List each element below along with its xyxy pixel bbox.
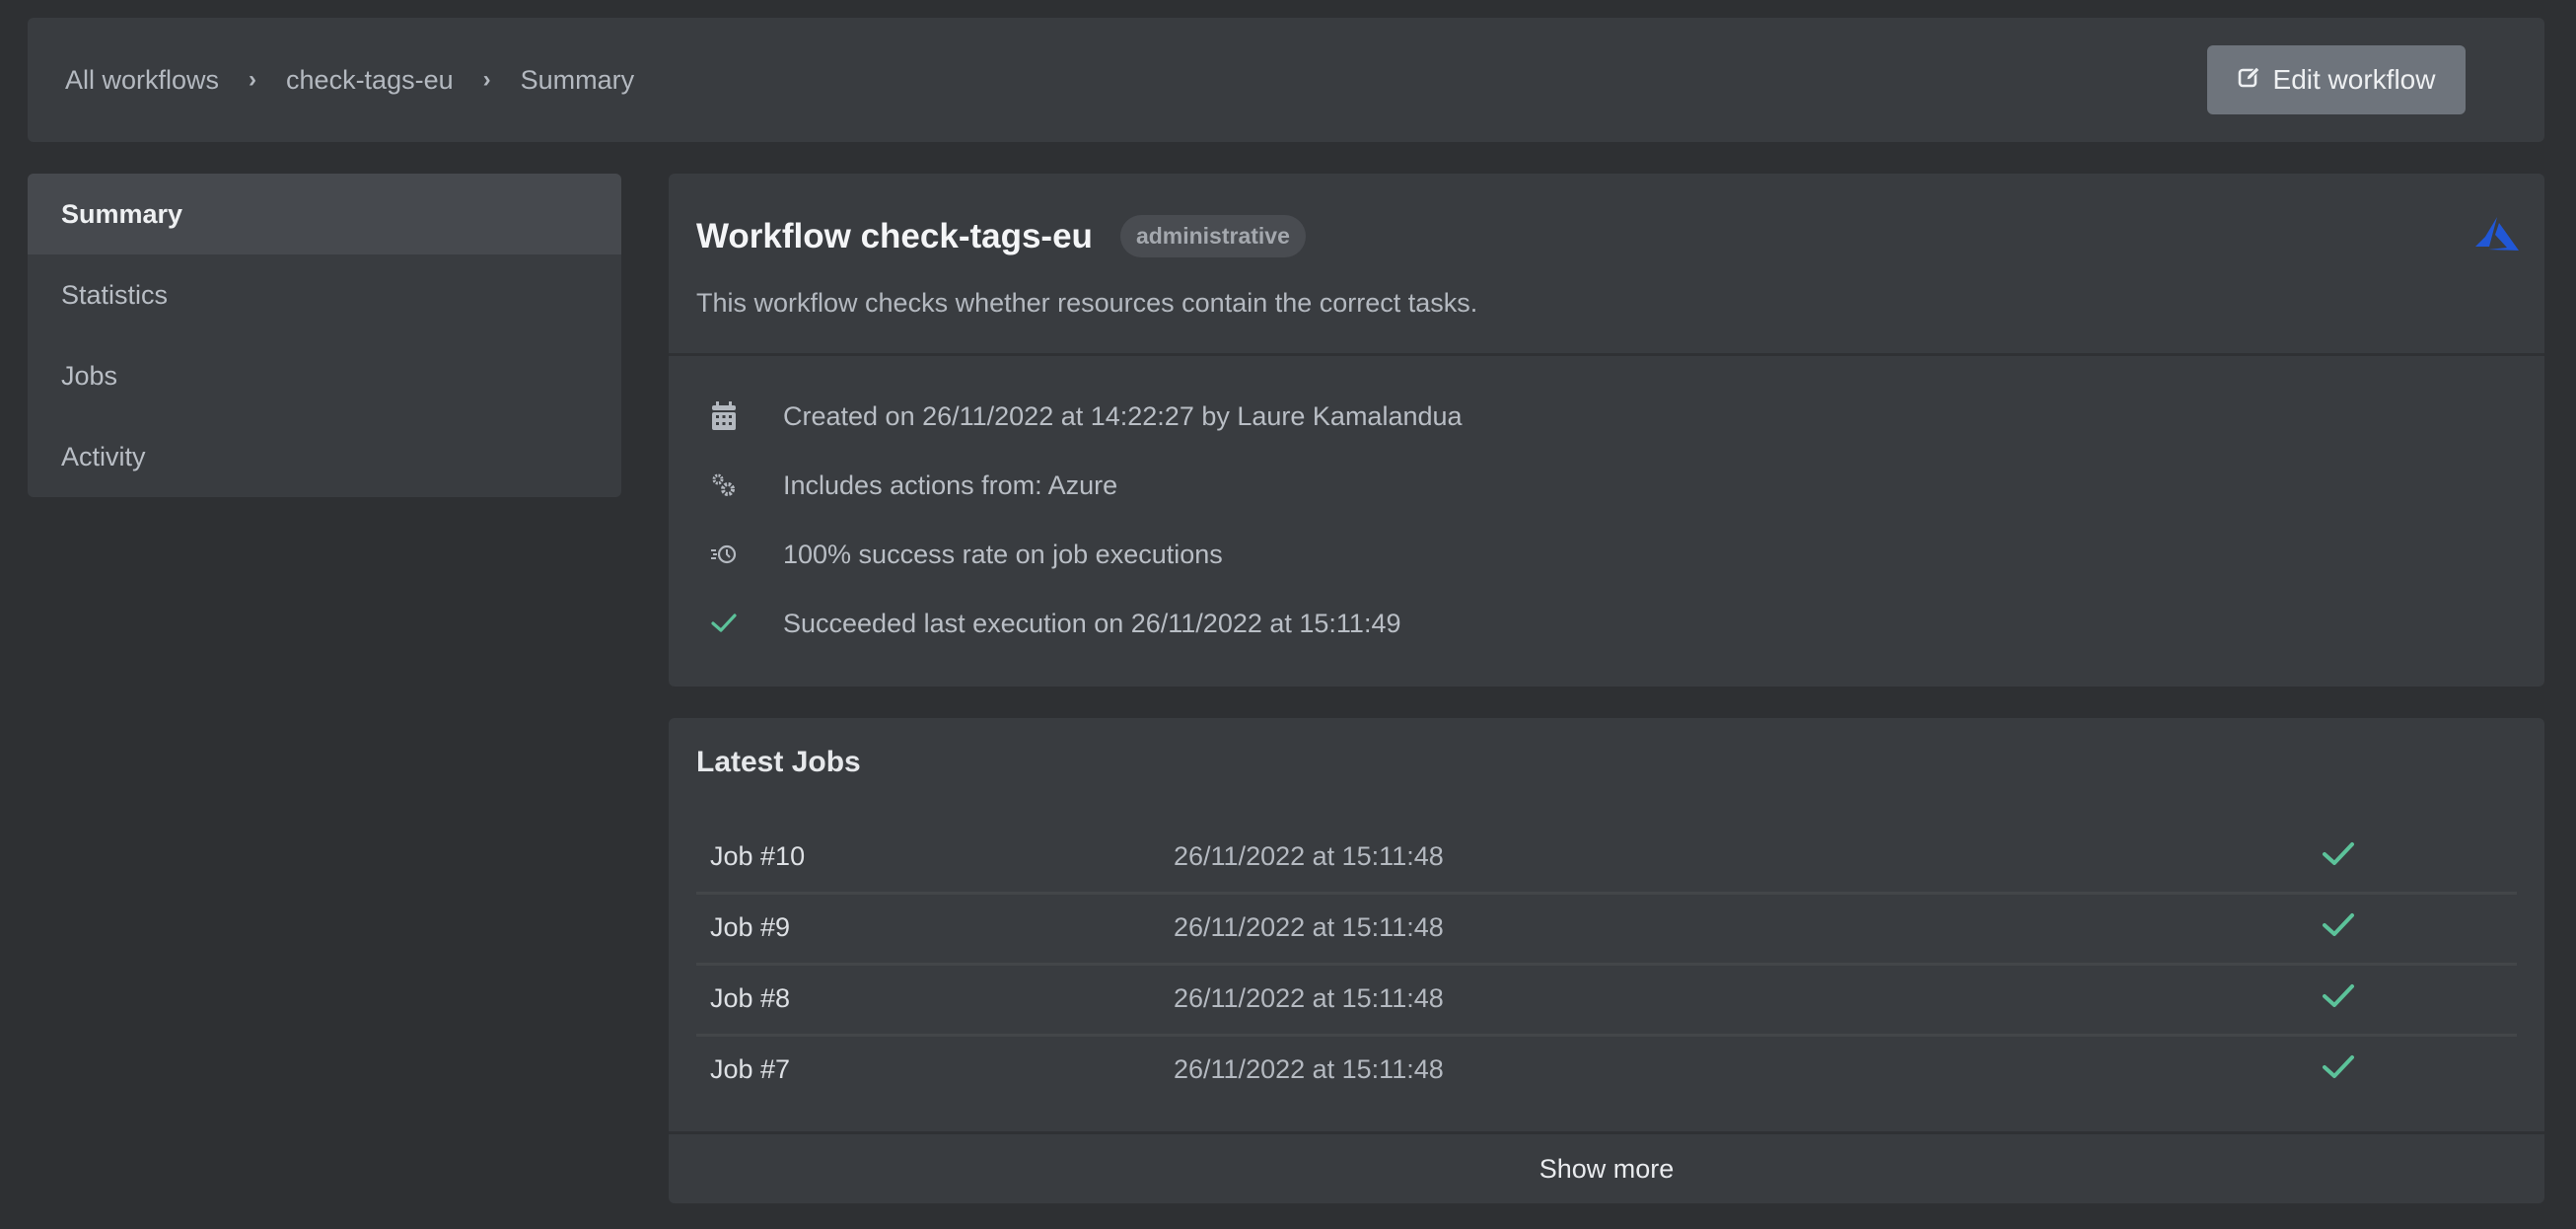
sidebar-item-summary[interactable]: Summary — [28, 174, 621, 254]
job-name[interactable]: Job #10 — [710, 841, 805, 872]
breadcrumb-workflow[interactable]: check-tags-eu — [286, 65, 454, 96]
show-more-button[interactable]: Show more — [1534, 1153, 1681, 1186]
job-date: 26/11/2022 at 15:11:48 — [1174, 1053, 1444, 1084]
section-divider — [669, 353, 2544, 356]
chevron-right-icon: › — [249, 66, 257, 93]
sidebar-item-label: Summary — [61, 198, 183, 229]
job-row[interactable]: Job #9 26/11/2022 at 15:11:48 — [696, 892, 2517, 966]
jobs-footer: Show more — [669, 1131, 2544, 1203]
job-name[interactable]: Job #8 — [710, 983, 790, 1014]
detail-text: 100% success rate on job executions — [783, 539, 1223, 569]
edit-icon — [2238, 64, 2261, 96]
breadcrumb-all-workflows[interactable]: All workflows — [65, 65, 219, 96]
header-bar: All workflows › check-tags-eu › Summary … — [28, 18, 2544, 142]
sidebar-item-activity[interactable]: Activity — [28, 416, 621, 497]
detail-text: Created on 26/11/2022 at 14:22:27 by Lau… — [783, 400, 1463, 431]
sidebar-item-label: Activity — [61, 441, 146, 471]
check-icon — [706, 614, 742, 633]
job-name[interactable]: Job #7 — [710, 1054, 790, 1085]
edit-workflow-button[interactable]: Edit workflow — [2207, 45, 2466, 114]
chevron-right-icon: › — [482, 66, 491, 93]
job-row[interactable]: Job #8 26/11/2022 at 15:11:48 — [696, 963, 2517, 1037]
job-row[interactable]: Job #7 26/11/2022 at 15:11:48 — [696, 1034, 2517, 1105]
job-date: 26/11/2022 at 15:11:48 — [1174, 911, 1444, 942]
sidebar-item-statistics[interactable]: Statistics — [28, 254, 621, 335]
sidebar-item-label: Jobs — [61, 360, 118, 391]
breadcrumb-current: Summary — [520, 64, 635, 95]
job-date: 26/11/2022 at 15:11:48 — [1174, 840, 1444, 871]
detail-success-rate: 100% success rate on job executions — [669, 535, 1223, 574]
workflow-summary-card: Workflow check-tags-eu administrative Th… — [669, 174, 2544, 687]
sidebar: Summary Statistics Jobs Activity — [28, 174, 621, 497]
edit-workflow-label: Edit workflow — [2272, 64, 2436, 95]
detail-last-execution: Succeeded last execution on 26/11/2022 a… — [669, 604, 1400, 643]
check-icon — [2322, 983, 2355, 1014]
latest-jobs-card: Latest Jobs Job #10 26/11/2022 at 15:11:… — [669, 718, 2544, 1203]
detail-actions: Includes actions from: Azure — [669, 466, 1117, 505]
check-icon — [2322, 912, 2355, 943]
azure-logo-icon — [2475, 217, 2519, 255]
gears-icon — [706, 472, 742, 498]
workflow-description: This workflow checks whether resources c… — [696, 288, 1478, 318]
check-icon — [2322, 1054, 2355, 1085]
page-title: Workflow check-tags-eu — [696, 216, 1093, 255]
breadcrumb: All workflows › check-tags-eu › Summary — [65, 18, 634, 142]
detail-created: Created on 26/11/2022 at 14:22:27 by Lau… — [669, 397, 1463, 436]
detail-text: Includes actions from: Azure — [783, 470, 1118, 500]
sidebar-item-jobs[interactable]: Jobs — [28, 335, 621, 416]
job-date: 26/11/2022 at 15:11:48 — [1174, 982, 1444, 1013]
category-badge: administrative — [1119, 215, 1306, 257]
latest-jobs-title: Latest Jobs — [696, 746, 861, 778]
sidebar-item-label: Statistics — [61, 279, 169, 310]
detail-text: Succeeded last execution on 26/11/2022 a… — [783, 608, 1401, 638]
check-icon — [2322, 841, 2355, 872]
job-name[interactable]: Job #9 — [710, 912, 790, 943]
job-row[interactable]: Job #10 26/11/2022 at 15:11:48 — [696, 821, 2517, 895]
calendar-icon — [706, 401, 742, 431]
history-icon — [706, 543, 742, 565]
